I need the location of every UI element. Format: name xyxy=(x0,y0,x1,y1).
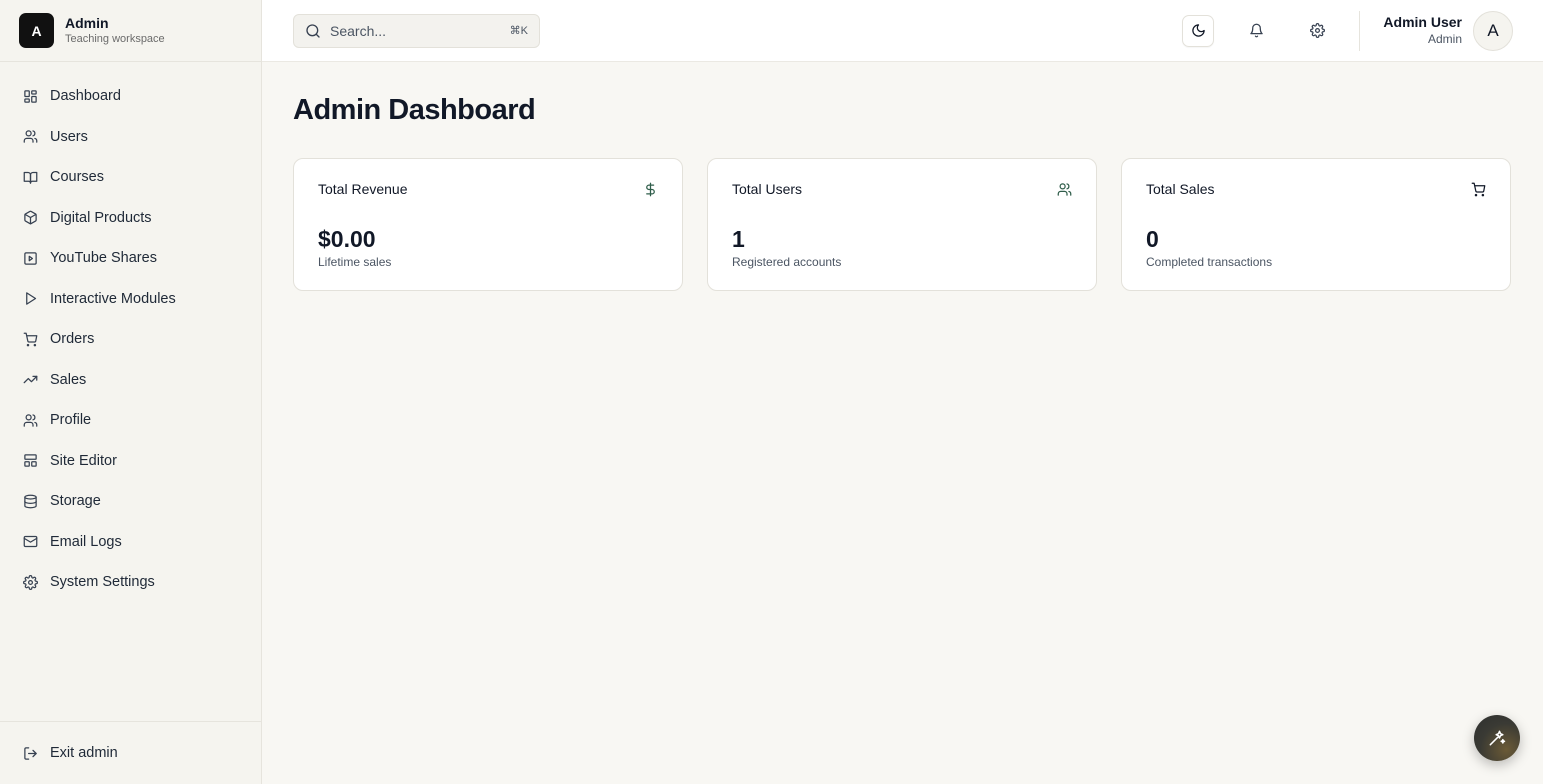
brand-text: Admin Teaching workspace xyxy=(65,15,165,47)
logout-icon xyxy=(24,746,37,760)
topbar: Search... ⌘K Admin User Admin A xyxy=(262,0,1543,62)
sidebar-item-label: Email Logs xyxy=(50,533,122,550)
dashboard-content: Admin Dashboard Total Revenue $0.00 Life… xyxy=(262,62,1543,291)
search-input[interactable]: Search... ⌘K xyxy=(293,13,540,48)
search-icon xyxy=(306,23,320,38)
user-info[interactable]: Admin User Admin xyxy=(1383,14,1462,47)
sidebar-item-youtube-shares[interactable]: YouTube Shares xyxy=(0,238,261,279)
sidebar-item-profile[interactable]: Profile xyxy=(0,400,261,441)
sidebar-item-label: Users xyxy=(50,128,88,145)
sidebar-item-interactive-modules[interactable]: Interactive Modules xyxy=(0,279,261,320)
sparkles-icon xyxy=(1489,730,1506,746)
sidebar-item-label: System Settings xyxy=(50,574,155,591)
brand-subtitle: Teaching workspace xyxy=(65,32,165,45)
mail-icon xyxy=(23,536,38,548)
cart-icon xyxy=(1471,182,1486,196)
sidebar-item-dashboard[interactable]: Dashboard xyxy=(0,76,261,117)
sidebar-item-label: Sales xyxy=(50,371,87,388)
topbar-divider xyxy=(1359,10,1361,51)
stat-card-sales: Total Sales 0 Completed transactions xyxy=(1121,158,1511,291)
user-name: Admin User xyxy=(1383,14,1462,30)
card-header: Total Sales xyxy=(1146,181,1486,197)
gear-icon xyxy=(1309,23,1325,38)
card-header: Total Users xyxy=(732,181,1072,197)
sidebar-item-label: Storage xyxy=(50,493,101,510)
stat-cards: Total Revenue $0.00 Lifetime sales Total… xyxy=(293,158,1512,291)
card-subtitle: Registered accounts xyxy=(732,255,842,269)
trending-up-icon xyxy=(23,376,38,384)
card-subtitle: Lifetime sales xyxy=(318,255,392,269)
card-title: Total Sales xyxy=(1146,181,1215,197)
brand-logo: A xyxy=(19,13,54,48)
notifications-button[interactable] xyxy=(1240,15,1272,47)
sidebar-item-email-logs[interactable]: Email Logs xyxy=(0,522,261,563)
play-icon xyxy=(26,292,37,305)
sidebar-item-label: YouTube Shares xyxy=(50,250,157,267)
package-icon xyxy=(24,210,37,225)
card-value: 0 xyxy=(1146,226,1159,252)
exit-admin-button[interactable]: Exit admin xyxy=(0,721,261,784)
user-icon xyxy=(23,414,38,427)
top-actions: Admin User Admin A xyxy=(1182,10,1513,51)
sidebar-item-label: Courses xyxy=(50,169,104,186)
video-icon xyxy=(24,252,37,265)
app-root: A Admin Teaching workspace Dashboard Use… xyxy=(0,0,1543,784)
card-value: 1 xyxy=(732,226,745,252)
card-subtitle: Completed transactions xyxy=(1146,255,1273,269)
card-header: Total Revenue xyxy=(318,181,658,197)
sidebar-item-label: Interactive Modules xyxy=(50,290,176,307)
sidebar-item-label: Profile xyxy=(50,412,92,429)
search-placeholder: Search... xyxy=(330,22,387,39)
brand-title: Admin xyxy=(65,14,109,31)
sidebar-item-site-editor[interactable]: Site Editor xyxy=(0,441,261,482)
exit-admin-label: Exit admin xyxy=(50,745,118,761)
settings-button[interactable] xyxy=(1301,15,1333,47)
search-shortcut: ⌘K xyxy=(509,25,528,37)
users-icon xyxy=(1057,182,1072,196)
sidebar-item-label: Digital Products xyxy=(50,209,152,226)
sidebar: A Admin Teaching workspace Dashboard Use… xyxy=(0,0,262,784)
user-role: Admin xyxy=(1427,32,1462,46)
dashboard-grid-icon xyxy=(24,90,37,103)
theme-toggle-button[interactable] xyxy=(1182,14,1215,47)
gear-icon xyxy=(23,574,38,590)
avatar[interactable]: A xyxy=(1473,10,1513,51)
sidebar-item-sales[interactable]: Sales xyxy=(0,360,261,401)
sidebar-item-courses[interactable]: Courses xyxy=(0,157,261,198)
ai-assistant-button[interactable] xyxy=(1474,715,1520,761)
cart-icon xyxy=(23,332,38,347)
moon-icon xyxy=(1192,24,1205,37)
database-icon xyxy=(24,494,37,509)
sidebar-item-orders[interactable]: Orders xyxy=(0,319,261,360)
stat-card-users: Total Users 1 Registered accounts xyxy=(707,158,1097,291)
sidebar-item-label: Site Editor xyxy=(50,452,117,469)
sidebar-item-digital-products[interactable]: Digital Products xyxy=(0,198,261,239)
sidebar-nav: Dashboard Users Courses Digital Products… xyxy=(0,62,261,721)
card-title: Total Revenue xyxy=(318,181,408,197)
card-value: $0.00 xyxy=(318,226,376,252)
users-icon xyxy=(23,130,38,143)
sidebar-item-label: Dashboard xyxy=(50,88,121,105)
page-title: Admin Dashboard xyxy=(293,94,536,126)
card-title: Total Users xyxy=(732,181,803,197)
brand-header[interactable]: A Admin Teaching workspace xyxy=(0,0,261,62)
sidebar-item-users[interactable]: Users xyxy=(0,117,261,158)
dollar-icon xyxy=(646,182,655,196)
sidebar-item-storage[interactable]: Storage xyxy=(0,481,261,522)
book-icon xyxy=(23,171,38,184)
main-area: Search... ⌘K Admin User Admin A Admin Da… xyxy=(262,0,1543,784)
bell-icon xyxy=(1250,23,1263,38)
layout-icon xyxy=(24,454,37,467)
sidebar-item-system-settings[interactable]: System Settings xyxy=(0,562,261,603)
stat-card-revenue: Total Revenue $0.00 Lifetime sales xyxy=(293,158,683,291)
sidebar-item-label: Orders xyxy=(50,331,95,348)
